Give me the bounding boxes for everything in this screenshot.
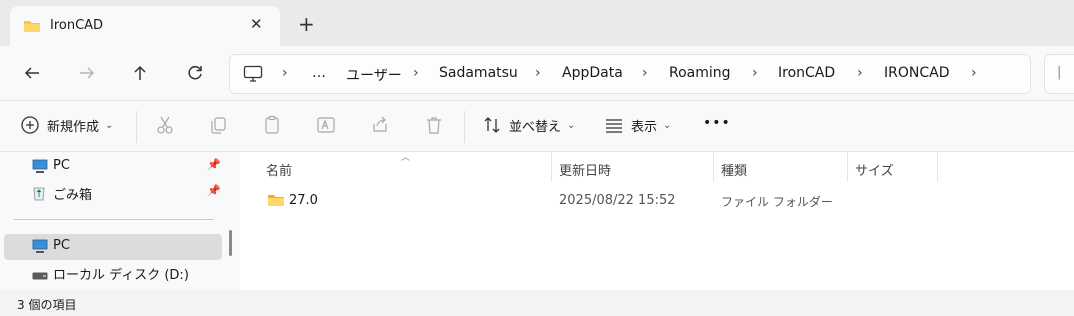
pc-icon (32, 159, 48, 178)
sidebar-item-pc[interactable]: PC (4, 234, 222, 260)
delete-button[interactable] (424, 115, 444, 135)
sort-button-label: 並べ替え (509, 119, 562, 135)
column-header-modified[interactable]: 更新日時 (559, 160, 611, 179)
folder-icon (267, 193, 285, 211)
toolbar-divider (464, 111, 465, 143)
file-name: 27.0 (289, 193, 318, 208)
new-tab-button[interactable]: + (298, 14, 315, 34)
copy-icon (211, 117, 226, 134)
sort-button[interactable]: 並べ替え ⌄ (482, 115, 575, 135)
search-caret: | (1057, 65, 1062, 80)
view-list-icon (606, 119, 622, 133)
column-divider[interactable] (551, 152, 552, 182)
column-header-type[interactable]: 種類 (721, 160, 747, 179)
sidebar-item-label: ローカル ディスク (D:) (53, 268, 189, 283)
breadcrumb-item-appdata[interactable]: AppData (562, 65, 623, 81)
sidebar-scrollbar[interactable] (229, 230, 232, 256)
column-header-size[interactable]: サイズ (855, 160, 894, 179)
breadcrumb-item-sadamatsu[interactable]: Sadamatsu (439, 65, 518, 81)
chevron-down-icon: ⌄ (567, 119, 576, 131)
folder-icon (23, 19, 41, 37)
new-button-label: 新規作成 (47, 119, 100, 135)
new-button[interactable]: 新規作成 ⌄ (20, 115, 113, 135)
breadcrumb-item-roaming[interactable]: Roaming (669, 65, 731, 81)
title-bar: IronCAD ✕ + (0, 0, 1074, 46)
drive-icon (32, 269, 48, 284)
plus-circle-icon (21, 116, 39, 134)
refresh-button[interactable] (182, 60, 208, 86)
refresh-icon (188, 65, 202, 80)
breadcrumb-separator[interactable]: › (971, 65, 977, 81)
rename-button[interactable] (316, 115, 336, 135)
column-divider[interactable] (847, 152, 848, 182)
breadcrumb-item-ironcad[interactable]: IronCAD (778, 65, 835, 81)
breadcrumb-separator[interactable]: › (642, 65, 648, 81)
file-type: ファイル フォルダー (721, 195, 833, 209)
tab-ironcad[interactable]: IronCAD ✕ (10, 6, 280, 46)
view-button[interactable]: 表示 ⌄ (604, 115, 671, 135)
address-bar[interactable]: › … ユーザー › Sadamatsu › AppData › Roaming… (229, 54, 1031, 94)
sidebar-item-label: ごみ箱 (53, 188, 93, 203)
recycle-bin-icon (32, 185, 46, 205)
sidebar-divider (14, 219, 214, 220)
up-button[interactable] (127, 60, 153, 86)
clipboard-icon (265, 115, 279, 134)
chevron-down-icon: ⌄ (105, 119, 114, 131)
chevron-down-icon: ⌄ (663, 119, 672, 131)
share-button[interactable] (370, 115, 390, 135)
breadcrumb-item-users[interactable]: ユーザー (346, 65, 402, 85)
column-divider[interactable] (937, 152, 938, 182)
copy-button[interactable] (208, 115, 228, 135)
breadcrumb-separator[interactable]: › (282, 65, 288, 81)
arrow-right-icon (80, 67, 95, 79)
scissors-icon (157, 116, 173, 134)
search-box[interactable]: | (1044, 54, 1074, 94)
pc-icon (32, 239, 48, 258)
arrow-left-icon (24, 67, 39, 79)
tab-title: IronCAD (50, 18, 104, 33)
status-bar: 3 個の項目 (0, 290, 1074, 316)
rename-icon (317, 117, 335, 133)
sort-icon (484, 117, 500, 133)
forward-button[interactable] (74, 60, 100, 86)
sort-ascending-icon: ︿ (401, 153, 411, 163)
command-bar: 新規作成 ⌄ 並べ替え ⌄ 表示 ⌄ ••• (0, 100, 1074, 152)
sidebar-item-pc-pinned[interactable]: PC 📌 (4, 154, 222, 180)
close-tab-button[interactable]: ✕ (250, 15, 263, 33)
breadcrumb-separator[interactable]: › (413, 65, 419, 81)
more-options-button[interactable]: ••• (703, 115, 731, 131)
breadcrumb-separator[interactable]: › (857, 65, 863, 81)
sidebar-item-label: PC (53, 158, 70, 173)
navigation-pane: PC 📌 ごみ箱 📌 PC ローカル ディスク (D:) (0, 152, 240, 290)
sidebar-item-recycle-bin[interactable]: ごみ箱 📌 (4, 180, 222, 206)
paste-button[interactable] (262, 115, 282, 135)
sidebar-item-label: PC (53, 238, 70, 253)
toolbar-divider (136, 111, 137, 143)
column-divider[interactable] (713, 152, 714, 182)
trash-icon (427, 117, 441, 134)
share-icon (373, 116, 387, 132)
item-count: 3 個の項目 (17, 298, 77, 312)
file-row[interactable]: 27.0 2025/08/22 15:52 ファイル フォルダー (243, 189, 1074, 213)
breadcrumb-item-ironcad-upper[interactable]: IRONCAD (884, 65, 949, 81)
pin-icon: 📌 (207, 158, 221, 171)
navigation-bar: › … ユーザー › Sadamatsu › AppData › Roaming… (0, 46, 1074, 100)
breadcrumb-separator[interactable]: › (752, 65, 758, 81)
view-button-label: 表示 (631, 119, 658, 135)
arrow-up-icon (134, 65, 146, 80)
content-area: PC 📌 ごみ箱 📌 PC ローカル ディスク (D:) 名前 ︿ 更新日時 種… (0, 152, 1074, 290)
file-modified: 2025/08/22 15:52 (559, 193, 676, 208)
column-header-name[interactable]: 名前 (266, 160, 292, 179)
sidebar-item-local-disk-d[interactable]: ローカル ディスク (D:) (4, 260, 222, 286)
column-headers: 名前 ︿ 更新日時 種類 サイズ (243, 152, 1074, 184)
pin-icon: 📌 (207, 184, 221, 197)
breadcrumb-overflow[interactable]: … (312, 65, 326, 81)
computer-icon[interactable] (243, 65, 263, 87)
breadcrumb-separator[interactable]: › (535, 65, 541, 81)
cut-button[interactable] (155, 115, 175, 135)
back-button[interactable] (19, 60, 45, 86)
